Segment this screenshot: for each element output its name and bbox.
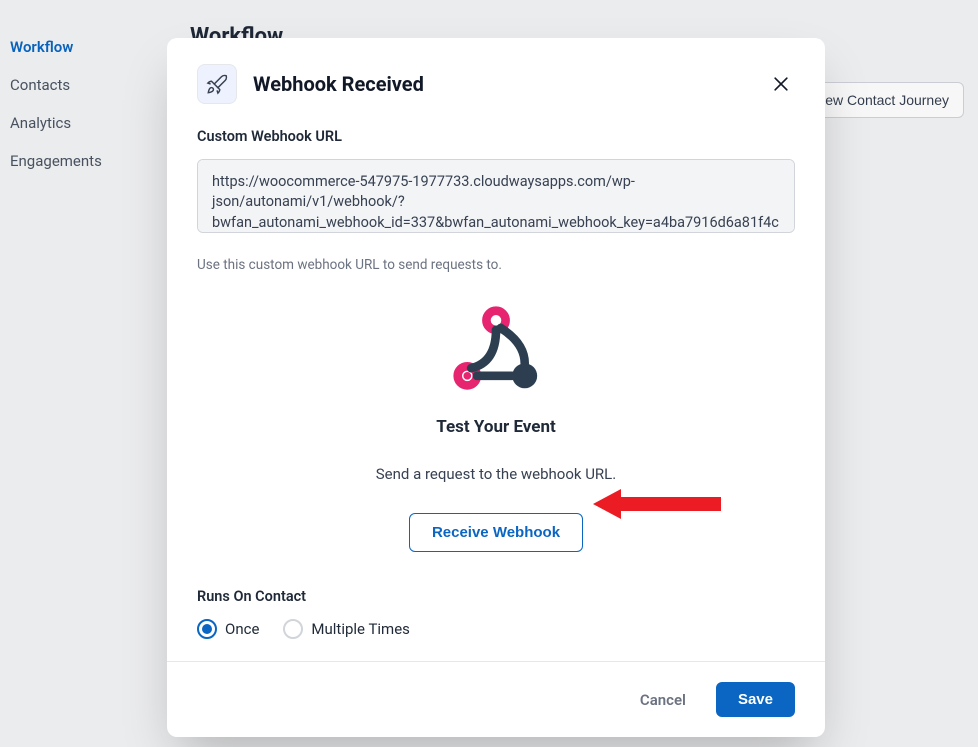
modal-title: Webhook Received bbox=[253, 72, 424, 96]
webhook-url-helper: Use this custom webhook URL to send requ… bbox=[197, 257, 795, 273]
radio-once-label: Once bbox=[225, 620, 259, 638]
webhook-url-field[interactable] bbox=[197, 159, 795, 233]
modal-header: Webhook Received bbox=[197, 64, 795, 104]
radio-icon bbox=[283, 619, 303, 639]
radio-multiple-times[interactable]: Multiple Times bbox=[283, 619, 409, 639]
radio-multiple-label: Multiple Times bbox=[311, 620, 409, 638]
radio-once[interactable]: Once bbox=[197, 619, 259, 639]
receive-webhook-button[interactable]: Receive Webhook bbox=[409, 513, 583, 552]
cancel-button[interactable]: Cancel bbox=[640, 691, 686, 709]
webhook-url-label: Custom Webhook URL bbox=[197, 128, 795, 145]
close-icon[interactable] bbox=[767, 70, 795, 98]
radio-icon bbox=[197, 619, 217, 639]
modal-footer: Cancel Save bbox=[167, 661, 825, 737]
runs-on-contact-section: Runs On Contact Once Multiple Times bbox=[197, 588, 795, 639]
test-event-title: Test Your Event bbox=[197, 417, 795, 437]
save-button[interactable]: Save bbox=[716, 682, 795, 717]
test-event-desc: Send a request to the webhook URL. bbox=[197, 465, 795, 483]
webhook-modal: Webhook Received Custom Webhook URL Use … bbox=[167, 38, 825, 737]
rocket-icon bbox=[197, 64, 237, 104]
test-event-section: Test Your Event Send a request to the we… bbox=[197, 305, 795, 552]
runs-on-contact-label: Runs On Contact bbox=[197, 588, 795, 605]
webhook-icon bbox=[197, 305, 795, 395]
